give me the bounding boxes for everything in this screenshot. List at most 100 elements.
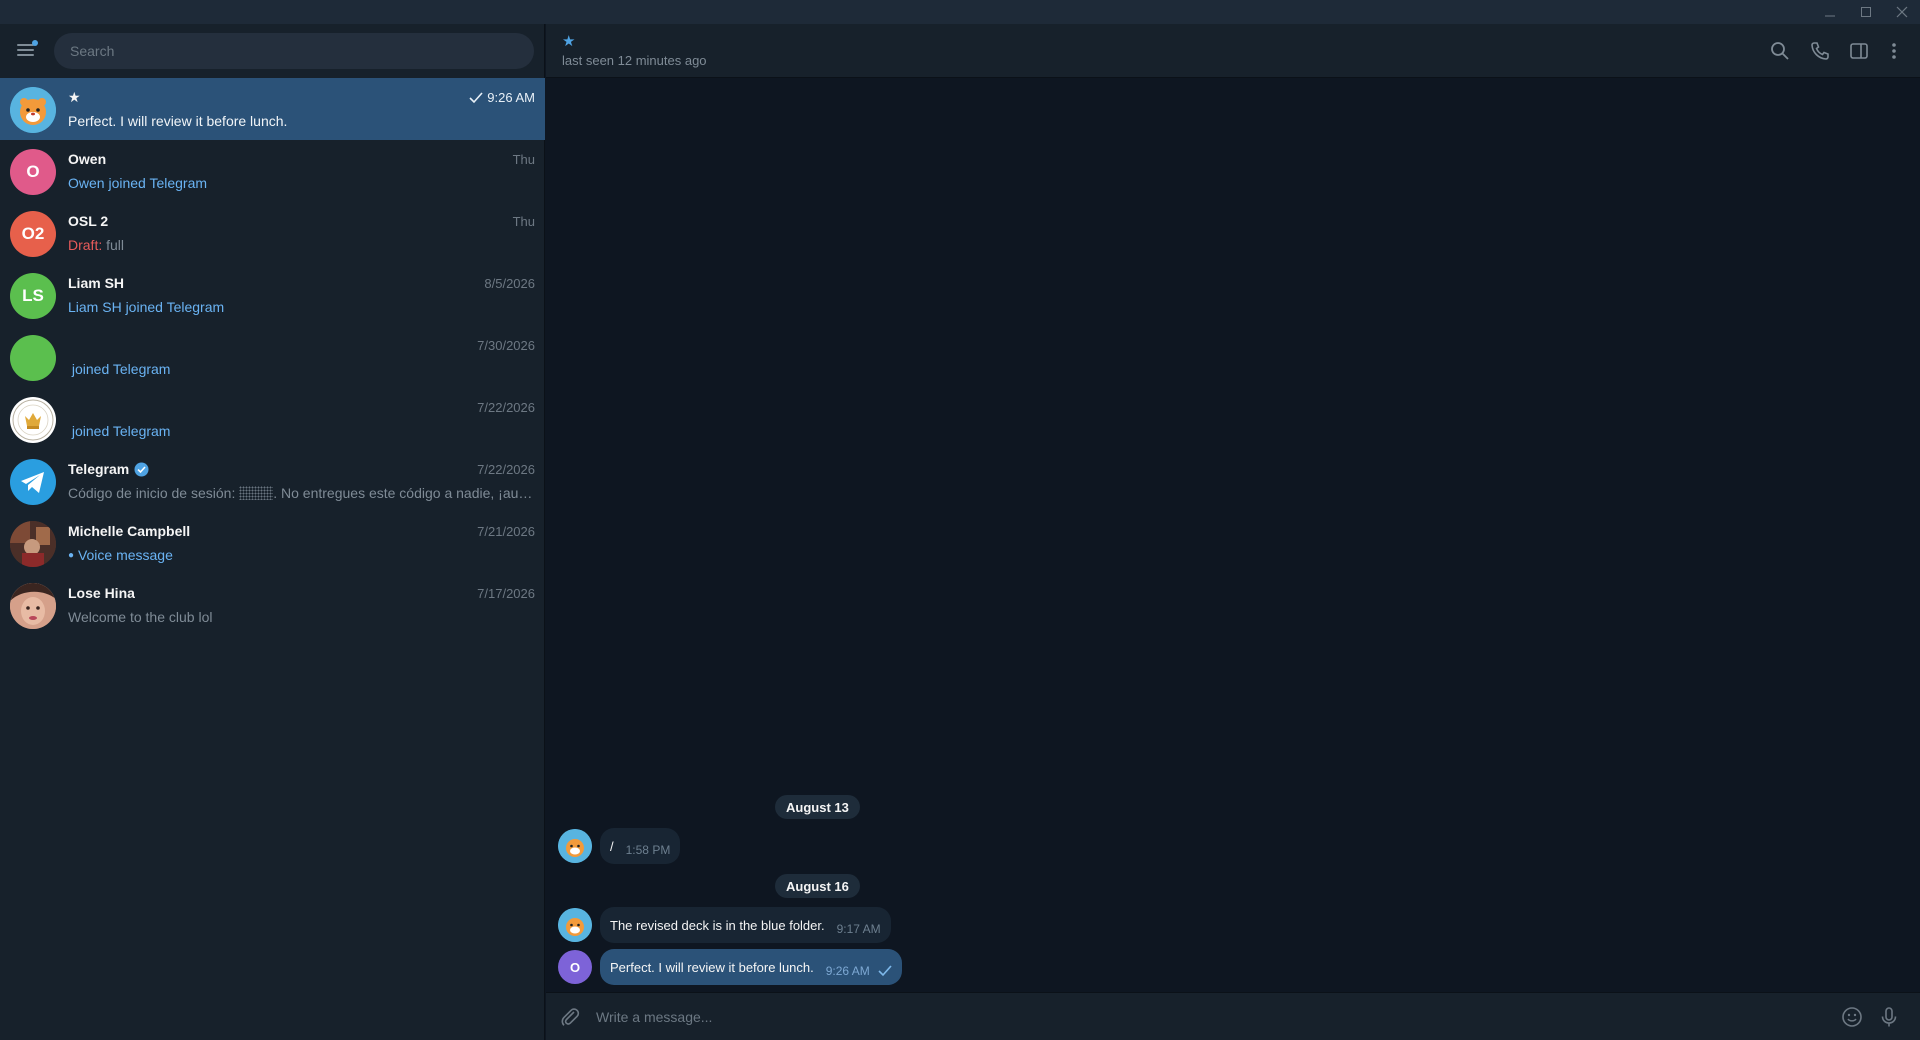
chat-time: Thu (512, 214, 535, 229)
message-compose-bar (546, 992, 1920, 1040)
message-text: The revised deck is in the blue folder. (610, 917, 825, 933)
hamburger-icon-line (17, 49, 34, 51)
phone-icon (1811, 42, 1829, 60)
avatar: O2 (10, 211, 56, 257)
chat-item-osl2[interactable]: O2 OSL 2 Thu Draft: full (0, 202, 545, 264)
sender-avatar[interactable] (558, 829, 592, 863)
avatar: O (10, 149, 56, 195)
attach-button[interactable] (558, 1005, 582, 1029)
preview-text: . No entregues este código a nadie, ¡aun… (273, 485, 535, 501)
maximize-button[interactable] (1848, 0, 1884, 24)
search-button[interactable] (1768, 39, 1792, 63)
sidebar-header (0, 24, 544, 78)
title-bar (0, 0, 1920, 24)
chat-time: 7/22/2026 (477, 462, 535, 477)
chat-time: 7/22/2026 (477, 400, 535, 415)
tiger-icon (10, 87, 56, 133)
toggle-sidebar-button[interactable] (1847, 39, 1871, 63)
draft-label: Draft: (68, 237, 103, 253)
face-photo-icon (10, 583, 56, 629)
chat-name: Owen (68, 151, 107, 167)
avatar: LS (10, 273, 56, 319)
message-time: 9:26 AM (825, 964, 870, 978)
date-separator: August 13 (775, 795, 860, 819)
paperclip-icon (561, 1008, 580, 1026)
chat-name: OSL 2 (68, 213, 109, 229)
message-bubble-outgoing[interactable]: Perfect. I will review it before lunch. … (600, 949, 902, 985)
message-time: 9:17 AM (836, 922, 881, 936)
chat-preview: Código de inicio de sesión: . No entregu… (68, 485, 535, 501)
avatar (10, 335, 56, 381)
close-button[interactable] (1884, 0, 1920, 24)
chat-preview: Liam SH joined Telegram (68, 299, 225, 315)
chat-preview: joined Telegram (68, 423, 171, 439)
emoji-button[interactable] (1840, 1005, 1864, 1029)
voice-dot-icon: ● (68, 550, 75, 561)
sidebar: ★ 9:26 AM Perfect. I will review it befo… (0, 24, 545, 1040)
chat-list: ★ 9:26 AM Perfect. I will review it befo… (0, 78, 545, 636)
search-box[interactable] (54, 33, 534, 69)
voice-record-button[interactable] (1877, 1005, 1901, 1029)
emoji-icon (1842, 1007, 1862, 1027)
chat-item-unnamed-2[interactable]: 7/22/2026 joined Telegram (0, 388, 545, 450)
chat-time-text: 9:26 AM (487, 90, 535, 105)
search-input[interactable] (70, 43, 518, 59)
photo-icon (10, 521, 56, 567)
chat-preview: Owen joined Telegram (68, 175, 208, 191)
telegram-plane-icon (21, 472, 44, 493)
chat-preview: Draft: full (68, 237, 535, 253)
chat-name-text: ★ (68, 89, 81, 105)
chat-item-owen[interactable]: O Owen Thu Owen joined Telegram (0, 140, 545, 202)
spoiler-code[interactable] (239, 486, 274, 500)
draft-text: full (106, 237, 125, 253)
message-bubble-incoming[interactable]: The revised deck is in the blue folder. … (600, 907, 891, 943)
date-separator: August 16 (775, 874, 860, 898)
chat-name: Lose Hina (68, 585, 135, 601)
chat-preview: Perfect. I will review it before lunch. (68, 113, 288, 129)
tiger-icon (558, 829, 592, 863)
sender-avatar[interactable] (558, 908, 592, 942)
own-avatar[interactable]: O (558, 950, 592, 984)
preview-prefix: Código de inicio de sesión: (68, 485, 240, 501)
search-icon (1771, 42, 1789, 60)
chat-item-liam[interactable]: LS Liam SH 8/5/2026 Liam SH joined Teleg… (0, 264, 545, 326)
read-check-icon (469, 91, 483, 103)
message-text: Perfect. I will review it before lunch. (610, 959, 814, 975)
message-time: 1:58 PM (625, 843, 671, 857)
more-button[interactable] (1882, 39, 1906, 63)
main-menu-button[interactable] (14, 40, 38, 60)
chat-item-lose-hina[interactable]: Lose Hina 7/17/2026 Welcome to the club … (0, 574, 545, 636)
chat-time: 9:26 AM (469, 90, 535, 105)
chat-item-michelle[interactable]: Michelle Campbell 7/21/2026 ● Voice mess… (0, 512, 545, 574)
microphone-icon (1881, 1007, 1897, 1027)
minimize-icon (1825, 15, 1835, 17)
chat-time: Thu (512, 152, 535, 167)
crest-logo-avatar (10, 397, 56, 443)
chat-name: Liam SH (68, 275, 125, 291)
peer-title[interactable]: ★ (562, 32, 575, 50)
message-input[interactable] (596, 1005, 1796, 1029)
message-bubble-incoming[interactable]: / 1:58 PM (600, 828, 681, 864)
chat-item-saved[interactable]: ★ 9:26 AM Perfect. I will review it befo… (0, 78, 545, 140)
message-text: / (610, 838, 614, 854)
chat-time: 7/21/2026 (477, 524, 535, 539)
chat-header: ★ last seen 12 minutes ago (546, 24, 1920, 78)
chat-name-text: Telegram (68, 461, 130, 477)
chat-preview: joined Telegram (68, 361, 171, 377)
preview-text: Voice message (77, 547, 173, 563)
chat-name: ★ (68, 89, 81, 106)
tiger-icon (558, 908, 592, 942)
maximize-icon (1861, 7, 1871, 17)
call-button[interactable] (1808, 39, 1832, 63)
chat-name: Michelle Campbell (68, 523, 191, 539)
minimize-button[interactable] (1812, 0, 1848, 24)
photo-avatar-room (10, 521, 56, 567)
sidebar-toggle-icon (1850, 43, 1868, 59)
chat-item-telegram[interactable]: Telegram 7/22/2026 Código de inicio de s… (0, 450, 545, 512)
chat-preview: ● Voice message (68, 547, 535, 563)
crest-icon (12, 399, 54, 441)
tiger-cartoon-avatar (10, 87, 56, 133)
chat-item-unnamed-1[interactable]: 7/30/2026 joined Telegram (0, 326, 545, 388)
notification-dot (32, 40, 38, 46)
close-icon (1896, 6, 1908, 18)
